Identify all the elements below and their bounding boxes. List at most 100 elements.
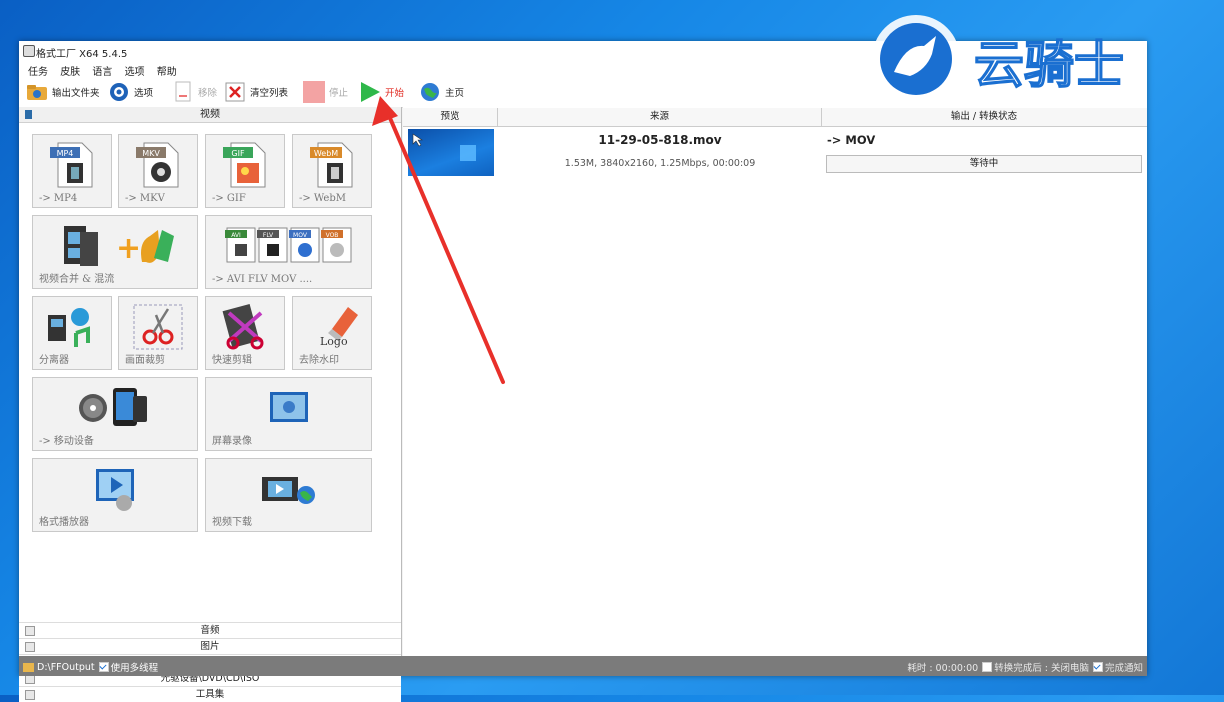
stop-icon (303, 81, 325, 103)
tile-splitter-label: 分离器 (39, 355, 69, 366)
tile-mobile-device[interactable]: -> 移动设备 (32, 377, 198, 451)
category-image-label: 图片 (200, 641, 220, 652)
stop-label: 停止 (329, 88, 349, 99)
svg-text:MP4: MP4 (57, 149, 74, 158)
app-icon (23, 45, 35, 57)
menu-help[interactable]: 帮助 (157, 63, 177, 78)
output-folder-label: 输出文件夹 (52, 88, 100, 99)
category-tools[interactable]: 工具集 (19, 686, 401, 702)
svg-text:MKV: MKV (142, 149, 160, 158)
folder-icon (23, 662, 34, 672)
tile-mkv-label: -> MKV (125, 193, 165, 204)
tile-mp4-label: -> MP4 (39, 193, 78, 204)
status-bar: D:\FFOutput 使用多线程 耗时 : 00:00:00 转换完成后 : … (19, 656, 1147, 676)
column-source[interactable]: 来源 (498, 108, 822, 126)
tile-mkv[interactable]: MKV -> MKV (118, 134, 198, 208)
watermark-text: 云骑士 (974, 36, 1124, 94)
clear-list-button[interactable]: 清空列表 (224, 80, 288, 104)
tile-crop[interactable]: 画面裁剪 (118, 296, 198, 370)
folder-icon (26, 81, 48, 103)
mobile-device-icon (33, 384, 197, 432)
notify-label: 完成通知 (1104, 663, 1143, 674)
category-audio[interactable]: 音频 (19, 622, 401, 638)
tile-gif-label: -> GIF (212, 193, 246, 204)
output-folder-button[interactable]: 输出文件夹 (26, 80, 100, 104)
source-info: 1.53M, 3840x2160, 1.25Mbps, 00:00:09 (564, 158, 756, 169)
tile-video-merge[interactable]: + 视频合并 & 混流 (32, 215, 198, 289)
options-button[interactable]: 选项 (108, 80, 153, 104)
stop-button[interactable]: 停止 (303, 80, 348, 104)
menu-skin[interactable]: 皮肤 (60, 63, 80, 78)
webm-file-icon: WebM (293, 141, 371, 189)
tile-gif[interactable]: GIF -> GIF (205, 134, 285, 208)
tile-avi-flv-mov-label: -> AVI FLV MOV .... (212, 274, 313, 285)
gif-file-icon: GIF (206, 141, 284, 189)
audio-icon (25, 626, 35, 636)
menu-task[interactable]: 任务 (28, 63, 48, 78)
tile-remove-watermark[interactable]: Logo 去除水印 (292, 296, 372, 370)
tile-splitter[interactable]: 分离器 (32, 296, 112, 370)
badge-vob: VOB (325, 232, 338, 239)
tile-mobile-device-label: -> 移动设备 (39, 436, 94, 447)
tile-avi-flv-mov[interactable]: AVI FLV MOV VOB -> AVI FLV MOV .... (205, 215, 372, 289)
conversion-status: 等待中 (826, 155, 1142, 173)
splitter-icon (33, 303, 111, 351)
table-row[interactable]: 11-29-05-818.mov 1.53M, 3840x2160, 1.25M… (403, 127, 1147, 177)
remove-button[interactable]: 移除 (172, 80, 217, 104)
logo-text: Logo (320, 335, 348, 348)
tile-quick-clip-label: 快速剪辑 (212, 355, 252, 366)
svg-text:GIF: GIF (231, 149, 245, 158)
tile-webm[interactable]: WebM -> WebM (292, 134, 372, 208)
menu-options[interactable]: 选项 (125, 63, 145, 78)
category-image[interactable]: 图片 (19, 638, 401, 654)
quick-clip-icon (206, 303, 284, 351)
badge-flv: FLV (262, 232, 273, 239)
tile-screen-record-label: 屏幕录像 (212, 436, 252, 447)
window-title: 格式工厂 X64 5.4.5 (36, 49, 128, 60)
output-path[interactable]: D:\FFOutput (37, 662, 95, 673)
player-icon (33, 465, 197, 513)
home-button[interactable]: 主页 (419, 80, 464, 104)
clear-list-label: 清空列表 (250, 88, 289, 99)
windows-logo-icon (460, 145, 476, 161)
tile-screen-record[interactable]: 屏幕录像 (205, 377, 372, 451)
video-category-icon (25, 110, 32, 119)
badge-mov: MOV (293, 232, 308, 239)
shutdown-checkbox[interactable] (982, 662, 993, 672)
cursor-icon (412, 133, 423, 147)
source-filename: 11-29-05-818.mov (598, 133, 722, 147)
category-audio-label: 音频 (200, 625, 220, 636)
elapsed-time: 耗时 : 00:00:00 (907, 663, 979, 674)
multithread-checkbox[interactable] (98, 662, 109, 672)
screen-record-icon (206, 384, 371, 432)
tile-quick-clip[interactable]: 快速剪辑 (205, 296, 285, 370)
globe-icon (419, 81, 441, 103)
crop-scissors-icon (119, 303, 197, 351)
svg-text:+: + (116, 231, 141, 266)
tile-video-download[interactable]: 视频下载 (205, 458, 372, 532)
svg-text:WebM: WebM (314, 149, 338, 158)
start-label: 开始 (385, 88, 405, 99)
watermark: 云骑士 (866, 14, 1216, 114)
document-remove-icon (172, 81, 194, 103)
shutdown-label: 转换完成后 : 关闭电脑 (994, 663, 1089, 674)
app-window: 格式工厂 X64 5.4.5 任务 皮肤 语言 选项 帮助 输出文件夹 选项 移… (19, 41, 1147, 702)
tile-crop-label: 画面裁剪 (125, 355, 165, 366)
notify-checkbox[interactable] (1092, 662, 1103, 672)
gear-icon (108, 81, 130, 103)
tile-mp4[interactable]: MP4 -> MP4 (32, 134, 112, 208)
video-category-label: 视频 (200, 109, 220, 120)
tile-format-player[interactable]: 格式播放器 (32, 458, 198, 532)
eraser-icon: Logo (293, 303, 371, 351)
start-button[interactable]: 开始 (359, 80, 404, 104)
task-list: 预览 来源 输出 / 转换状态 11-29-05-818.mov 1.53M, … (403, 107, 1147, 656)
mkv-file-icon: MKV (119, 141, 197, 189)
remove-label: 移除 (198, 88, 218, 99)
menu-language[interactable]: 语言 (92, 63, 112, 78)
mp4-file-icon: MP4 (33, 141, 111, 189)
tile-format-player-label: 格式播放器 (39, 517, 89, 528)
home-label: 主页 (445, 88, 465, 99)
video-thumbnail (408, 129, 494, 176)
video-category-header[interactable]: 视频 (19, 107, 401, 123)
column-preview[interactable]: 预览 (403, 108, 498, 126)
